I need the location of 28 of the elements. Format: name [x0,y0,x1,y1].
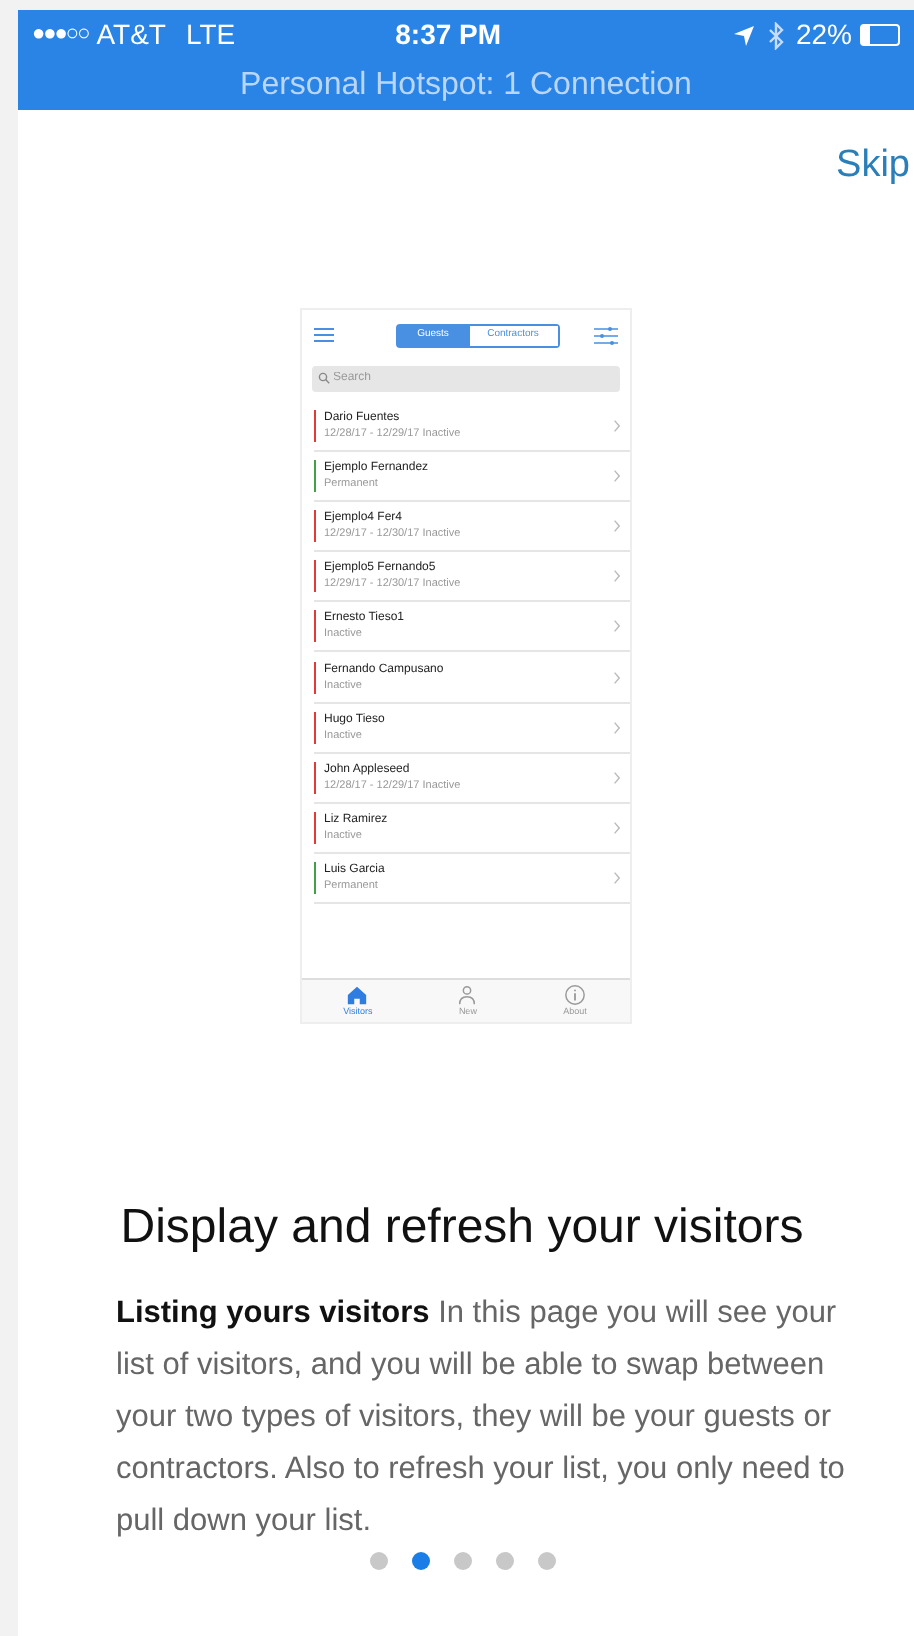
skip-link[interactable]: Skip [836,138,910,195]
location-arrow-icon [731,23,756,47]
filter-sliders-icon[interactable] [593,325,617,345]
network-type: LTE [185,16,236,54]
chevron-right-icon [613,872,619,885]
chevron-right-icon [613,570,619,583]
chevron-right-icon [613,469,619,482]
signal-strength: ●●●○○ [32,20,89,51]
hotspot-status-text: Personal Hotspot: 1 Connection [240,65,692,105]
menu-icon[interactable] [313,328,333,342]
page-title: Display and refresh your visitors [118,1197,806,1257]
info-icon [564,983,587,1005]
chevron-right-icon [613,620,619,633]
chevron-right-icon [613,419,619,432]
person-icon [456,983,479,1005]
clock-time: 8:37 PM [395,16,502,54]
battery-icon [860,24,900,46]
chevron-right-icon [613,822,619,835]
chevron-right-icon [613,519,619,532]
battery-percentage: 22% [795,16,852,54]
carrier-name: AT&T [96,16,166,54]
chevron-right-icon [613,721,619,734]
chevron-right-icon [613,771,619,784]
chevron-right-icon [613,671,619,684]
description-text: Listing yours visitors In this page you will see your list of visitors, and you will be able to swap between your two types of visitors, they will be your guests or contractors. Also to refresh your list, you only need to pull down your list. [116,1293,847,1541]
bluetooth-icon [767,21,784,49]
search-icon [317,372,329,384]
house-icon [346,983,369,1005]
